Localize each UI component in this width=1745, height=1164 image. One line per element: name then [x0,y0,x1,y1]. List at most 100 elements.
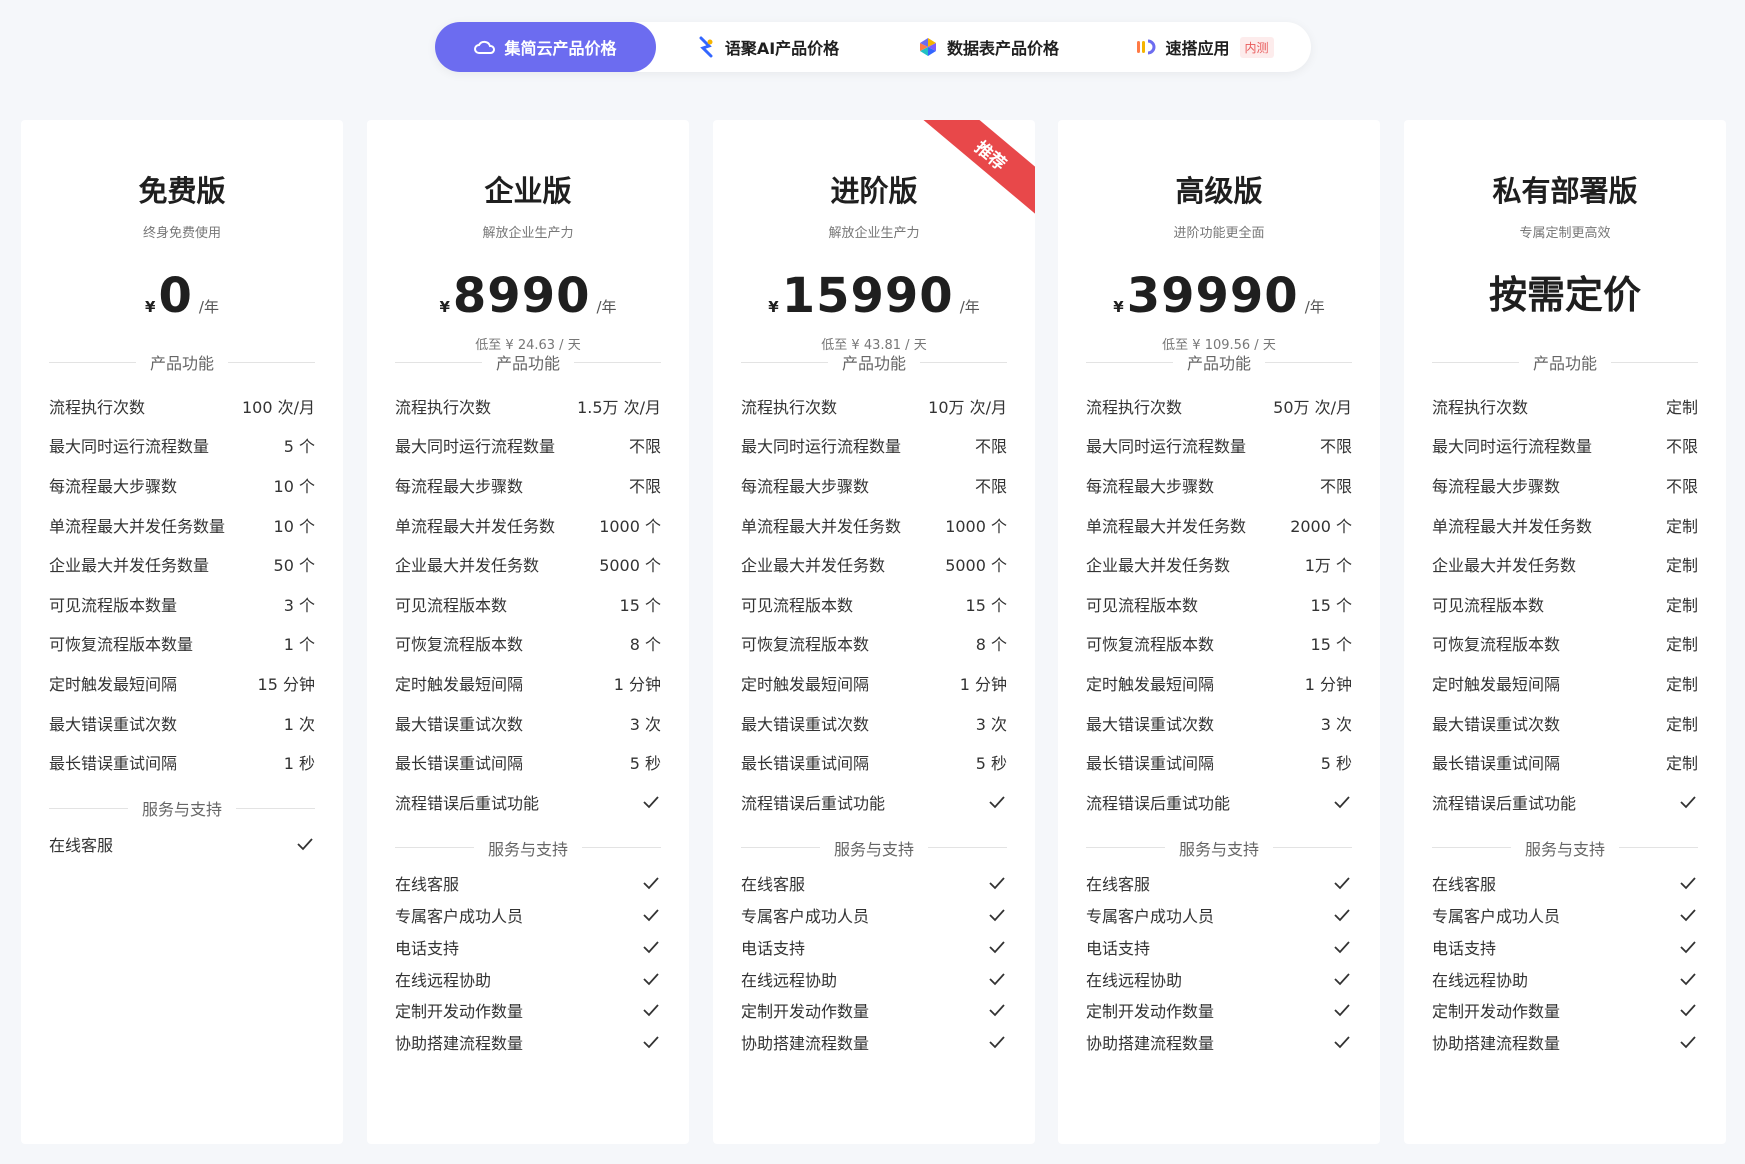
price-amount: 15990 [781,268,954,324]
feature-label: 定时触发最短间隔 [395,674,524,694]
feature-label: 最大同时运行流程数量 [395,437,556,457]
plan-description: 专属定制更高效 [1519,226,1611,241]
service-row: 协助搭建流程数量 [1086,1026,1352,1058]
feature-row: 定时触发最短间隔 1 分钟 [741,663,1007,703]
feature-value: 50 个 [273,556,315,576]
feature-row: 流程错误后重试功能 [395,782,661,822]
product-tabs: 集简云产品价格 语聚AI产品价格 数据表产品价格 速搭应用 内测 [435,22,1311,72]
service-row: 电话支持 [1432,931,1698,963]
plan-description: 解放企业生产力 [482,226,574,241]
plan-card-premium: 高级版 进阶功能更全面 ¥ 39990 /年 低至 ¥ 109.56 / 天产品功… [1058,120,1380,1144]
check-icon [641,971,661,987]
feature-row: 定时触发最短间隔 1 分钟 [395,663,661,703]
feature-row: 单流程最大并发任务数 定制 [1432,505,1698,545]
service-label: 电话支持 [1432,938,1497,958]
service-list: 在线客服 专属客户成功人员 电话支持 在线远程协助 定制开发动作数量 协助搭建流… [1432,868,1698,1058]
check-icon [1332,1002,1352,1018]
feature-label: 流程执行次数 [49,397,146,417]
service-label: 电话支持 [395,938,460,958]
feature-row: 最长错误重试间隔 定制 [1432,742,1698,782]
plan-name: 免费版 [138,174,226,208]
feature-list: 流程执行次数 50万 次/月 最大同时运行流程数量 不限 每流程最大步骤数 不限 单流… [1086,386,1352,822]
feature-row: 最长错误重试间隔 5 秒 [1086,742,1352,782]
beta-badge: 内测 [1239,36,1274,58]
feature-value: 定制 [1665,556,1698,576]
service-row: 协助搭建流程数量 [741,1026,1007,1058]
tab-datasheet-pricing[interactable]: 数据表产品价格 [878,22,1098,72]
service-section-title: 服务与支持 [741,836,1007,860]
feature-value: 10万 次/月 [928,397,1007,417]
feature-label: 最长错误重试间隔 [741,754,870,774]
feature-label: 单流程最大并发任务数 [1086,516,1247,536]
service-row: 在线远程协助 [741,963,1007,995]
feature-row: 流程执行次数 1.5万 次/月 [395,386,661,426]
tab-label: 数据表产品价格 [946,39,1059,58]
feature-label: 每流程最大步骤数 [1086,476,1215,496]
service-label: 在线远程协助 [1432,970,1529,990]
feature-label: 单流程最大并发任务数量 [49,516,226,536]
service-row: 在线客服 [1432,868,1698,900]
price-currency: ¥ [145,298,156,316]
feature-value: 1 个 [283,635,315,655]
feature-row: 可恢复流程版本数 8 个 [741,624,1007,664]
feature-value: 不限 [974,437,1007,457]
feature-row: 最大同时运行流程数量 不限 [741,426,1007,466]
price: ¥ 0 /年 [21,268,343,324]
feature-row: 单流程最大并发任务数 1000 个 [741,505,1007,545]
check-icon [987,794,1007,810]
plan-description: 解放企业生产力 [828,226,920,241]
feature-row: 流程错误后重试功能 [741,782,1007,822]
service-row: 电话支持 [395,931,661,963]
check-icon [1332,907,1352,923]
feature-label: 流程错误后重试功能 [1432,793,1577,813]
plan-name: 进阶版 [830,174,918,208]
tab-jijianyun-pricing[interactable]: 集简云产品价格 [435,22,656,72]
feature-list: 流程执行次数 1.5万 次/月 最大同时运行流程数量 不限 每流程最大步骤数 不限 单… [395,386,661,822]
service-label: 在线远程协助 [741,970,838,990]
service-label: 定制开发动作数量 [741,1002,870,1022]
app-builder-icon [1135,36,1157,58]
feature-row: 最大错误重试次数 3 次 [1086,703,1352,743]
feature-value: 1 次 [283,714,315,734]
check-icon [1678,1002,1698,1018]
feature-row: 流程错误后重试功能 [1432,782,1698,822]
service-row: 定制开发动作数量 [1086,994,1352,1026]
service-label: 在线客服 [49,835,114,855]
price-unit: /年 [1304,298,1325,316]
feature-row: 最大错误重试次数 1 次 [49,703,315,743]
feature-row: 每流程最大步骤数 10 个 [49,465,315,505]
service-label: 在线客服 [395,875,460,895]
feature-row: 可见流程版本数量 3 个 [49,584,315,624]
feature-label: 定时触发最短间隔 [1086,674,1215,694]
feature-row: 可恢复流程版本数 定制 [1432,624,1698,664]
feature-label: 流程执行次数 [395,397,492,417]
feature-row: 最大错误重试次数 3 次 [395,703,661,743]
feature-label: 企业最大并发任务数 [741,556,886,576]
check-icon [1332,875,1352,891]
check-icon [1678,939,1698,955]
feature-label: 企业最大并发任务数 [1432,556,1577,576]
feature-value: 定制 [1665,397,1698,417]
feature-value: 15 个 [619,595,661,615]
feature-label: 可恢复流程版本数 [1086,635,1215,655]
feature-label: 流程错误后重试功能 [395,793,540,813]
tab-suda-app[interactable]: 速搭应用 内测 [1098,22,1311,72]
feature-row: 单流程最大并发任务数量 10 个 [49,505,315,545]
feature-value: 定制 [1665,674,1698,694]
feature-label: 最大错误重试次数 [49,714,178,734]
feature-label: 最大错误重试次数 [1086,714,1215,734]
features-section-title: 产品功能 [49,350,315,374]
service-label: 协助搭建流程数量 [1086,1033,1215,1053]
plan-description: 进阶功能更全面 [1173,226,1265,241]
check-icon [1332,939,1352,955]
feature-row: 定时触发最短间隔 定制 [1432,663,1698,703]
tab-yuju-ai-pricing[interactable]: 语聚AI产品价格 [656,22,878,72]
features-section-title: 产品功能 [1086,350,1352,374]
service-section-title: 服务与支持 [49,796,315,820]
feature-value: 定制 [1665,595,1698,615]
feature-label: 最大错误重试次数 [741,714,870,734]
feature-value: 5 个 [283,437,315,457]
price-unit: /年 [959,298,980,316]
service-label: 电话支持 [1086,938,1151,958]
feature-list: 流程执行次数 定制 最大同时运行流程数量 不限 每流程最大步骤数 不限 单流程最大并发… [1432,386,1698,822]
